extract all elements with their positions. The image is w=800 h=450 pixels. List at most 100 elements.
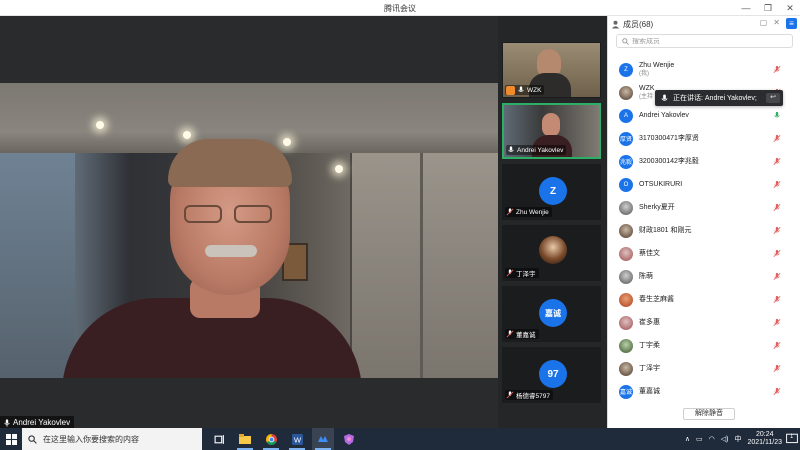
member-name: Sherky夏开 [639, 203, 675, 211]
thumbnail-dong-jiacheng[interactable]: 嘉诚 董嘉诚 [502, 286, 601, 342]
video-background [350, 153, 498, 378]
collapse-arrow-icon[interactable]: ↩ [766, 93, 780, 103]
up-arrow-icon[interactable]: ∧ [685, 435, 690, 443]
thumbnail-label: 丁泽宇 [505, 268, 539, 278]
tencent-meeting-button[interactable] [312, 428, 334, 450]
start-button[interactable] [0, 428, 22, 450]
task-view-icon [214, 434, 224, 444]
member-name: 财政1801 和刚元 [639, 226, 692, 234]
member-row[interactable]: 丁宇柔 [608, 334, 800, 357]
word-button[interactable]: W [286, 428, 308, 450]
microphone-icon[interactable] [773, 111, 781, 120]
member-row[interactable]: A Andrei Yakovlev [608, 104, 800, 127]
member-row[interactable]: 嘉诚 董嘉诚 [608, 380, 800, 403]
member-row[interactable]: 春生芝麻酱 [608, 288, 800, 311]
close-button[interactable]: ✕ [784, 1, 796, 15]
thumbnail-andrei-yakovlev[interactable]: Andrei Yakovlev [502, 103, 601, 159]
tencent-meeting-icon [318, 436, 328, 442]
member-avatar: 厚贤 [619, 131, 633, 146]
member-name-block: 财政1801 和刚元 [639, 227, 692, 235]
member-row[interactable]: O OTSUKIRURI [608, 173, 800, 196]
muted-microphone-icon[interactable] [773, 364, 781, 373]
thumbnail-name: Andrei Yakovlev [517, 146, 564, 154]
member-name-block: 蔡佳文 [639, 250, 660, 258]
word-icon: W [291, 433, 303, 445]
muted-microphone-icon[interactable] [773, 157, 781, 166]
thumbnail-zhu-wenjie[interactable]: Z Zhu Wenjie [502, 164, 601, 220]
member-name-block: 董嘉诚 [639, 388, 660, 396]
thumbnail-label: WZK [505, 85, 545, 95]
task-view-button[interactable] [208, 428, 230, 450]
windows-taskbar: 在这里输入你要搜索的内容 W ∧ ▭ ◠ ◁) 中 20:24 2021/11/… [0, 428, 800, 450]
member-search-input[interactable] [632, 37, 782, 45]
thumbnail-name: WZK [527, 86, 542, 94]
unmute-all-button[interactable]: 解除静音 [683, 408, 735, 420]
thumbnail-name: 董嘉诚 [516, 332, 536, 339]
member-search-box[interactable] [616, 34, 793, 48]
participant-avatar: 97 [539, 360, 567, 388]
member-avatar [619, 361, 633, 376]
member-name-block: WZK (主持 [639, 85, 655, 101]
member-name-block: 3200300142李兆毅 [639, 158, 699, 166]
member-avatar [619, 292, 633, 307]
close-panel-icon[interactable]: ✕ [773, 18, 780, 29]
file-explorer-button[interactable] [234, 428, 256, 450]
muted-microphone-icon[interactable] [773, 203, 781, 212]
notification-center-button[interactable]: 1 [786, 433, 798, 445]
member-row[interactable]: 兆毅 3200300142李兆毅 [608, 150, 800, 173]
microphone-icon [518, 86, 524, 92]
thumbnail-wzk[interactable]: WZK [502, 42, 601, 98]
member-name: 丁泽宇 [639, 364, 660, 372]
member-name: WZK [639, 84, 655, 92]
muted-microphone-icon[interactable] [773, 180, 781, 189]
muted-microphone-icon[interactable] [773, 65, 781, 74]
member-name-block: 春生芝麻酱 [639, 296, 674, 304]
member-row[interactable]: 蔡佳文 [608, 242, 800, 265]
speaker-name-label: Andrei Yakovlev [0, 416, 75, 428]
member-name-block: Sherky夏开 [639, 204, 675, 212]
menu-icon[interactable]: ≡ [786, 18, 797, 29]
app-button[interactable] [338, 428, 360, 450]
muted-microphone-icon[interactable] [773, 272, 781, 281]
search-icon [622, 37, 629, 45]
main-video-stage[interactable]: Andrei Yakovlev [0, 16, 498, 428]
muted-microphone-icon[interactable] [773, 295, 781, 304]
muted-microphone-icon [506, 330, 514, 338]
clock[interactable]: 20:24 2021/11/23 [747, 431, 782, 447]
member-name: 春生芝麻酱 [639, 295, 674, 303]
member-avatar [619, 315, 633, 330]
svg-text:W: W [293, 435, 301, 444]
member-avatar: Z [619, 62, 633, 77]
participant-photo [539, 236, 567, 264]
muted-microphone-icon[interactable] [773, 134, 781, 143]
network-icon[interactable]: ▭ [696, 435, 703, 443]
member-row[interactable]: Sherky夏开 [608, 196, 800, 219]
member-row[interactable]: 丁泽宇 [608, 357, 800, 380]
member-name: 崔多惠 [639, 318, 660, 326]
member-row[interactable]: 厚贤 3170300471李厚贤 [608, 127, 800, 150]
member-role: (我) [639, 70, 649, 77]
member-name: 陈萌 [639, 272, 653, 280]
member-row[interactable]: 陈萌 [608, 265, 800, 288]
member-row[interactable]: 崔多惠 [608, 311, 800, 334]
members-panel: 成员(68) ▢ ✕ ≡ Z Zhu Wenjie(我) WZK(主持 A Andrei… [607, 16, 800, 428]
thumbnail-ding-zeyu[interactable]: 丁泽宇 [502, 225, 601, 281]
wifi-icon[interactable]: ◠ [709, 435, 715, 443]
chrome-button[interactable] [260, 428, 282, 450]
thumbnail-yang-derui[interactable]: 97 杨德睿5797 [502, 347, 601, 403]
member-row[interactable]: 财政1801 和刚元 [608, 219, 800, 242]
volume-icon[interactable]: ◁) [721, 435, 729, 443]
muted-microphone-icon[interactable] [773, 341, 781, 350]
muted-microphone-icon[interactable] [773, 318, 781, 327]
pin-icon[interactable]: ▢ [760, 18, 768, 29]
member-name: 3170300471李厚贤 [639, 134, 699, 142]
taskbar-search-box[interactable]: 在这里输入你要搜索的内容 [22, 428, 202, 450]
member-row[interactable]: Z Zhu Wenjie (我) [608, 58, 800, 81]
taskbar-search-placeholder: 在这里输入你要搜索的内容 [43, 434, 139, 444]
muted-microphone-icon[interactable] [773, 387, 781, 396]
muted-microphone-icon[interactable] [773, 226, 781, 235]
input-method-indicator[interactable]: 中 [734, 434, 741, 444]
maximize-button[interactable]: ❐ [762, 1, 774, 15]
muted-microphone-icon[interactable] [773, 249, 781, 258]
minimize-button[interactable]: — [740, 1, 752, 15]
